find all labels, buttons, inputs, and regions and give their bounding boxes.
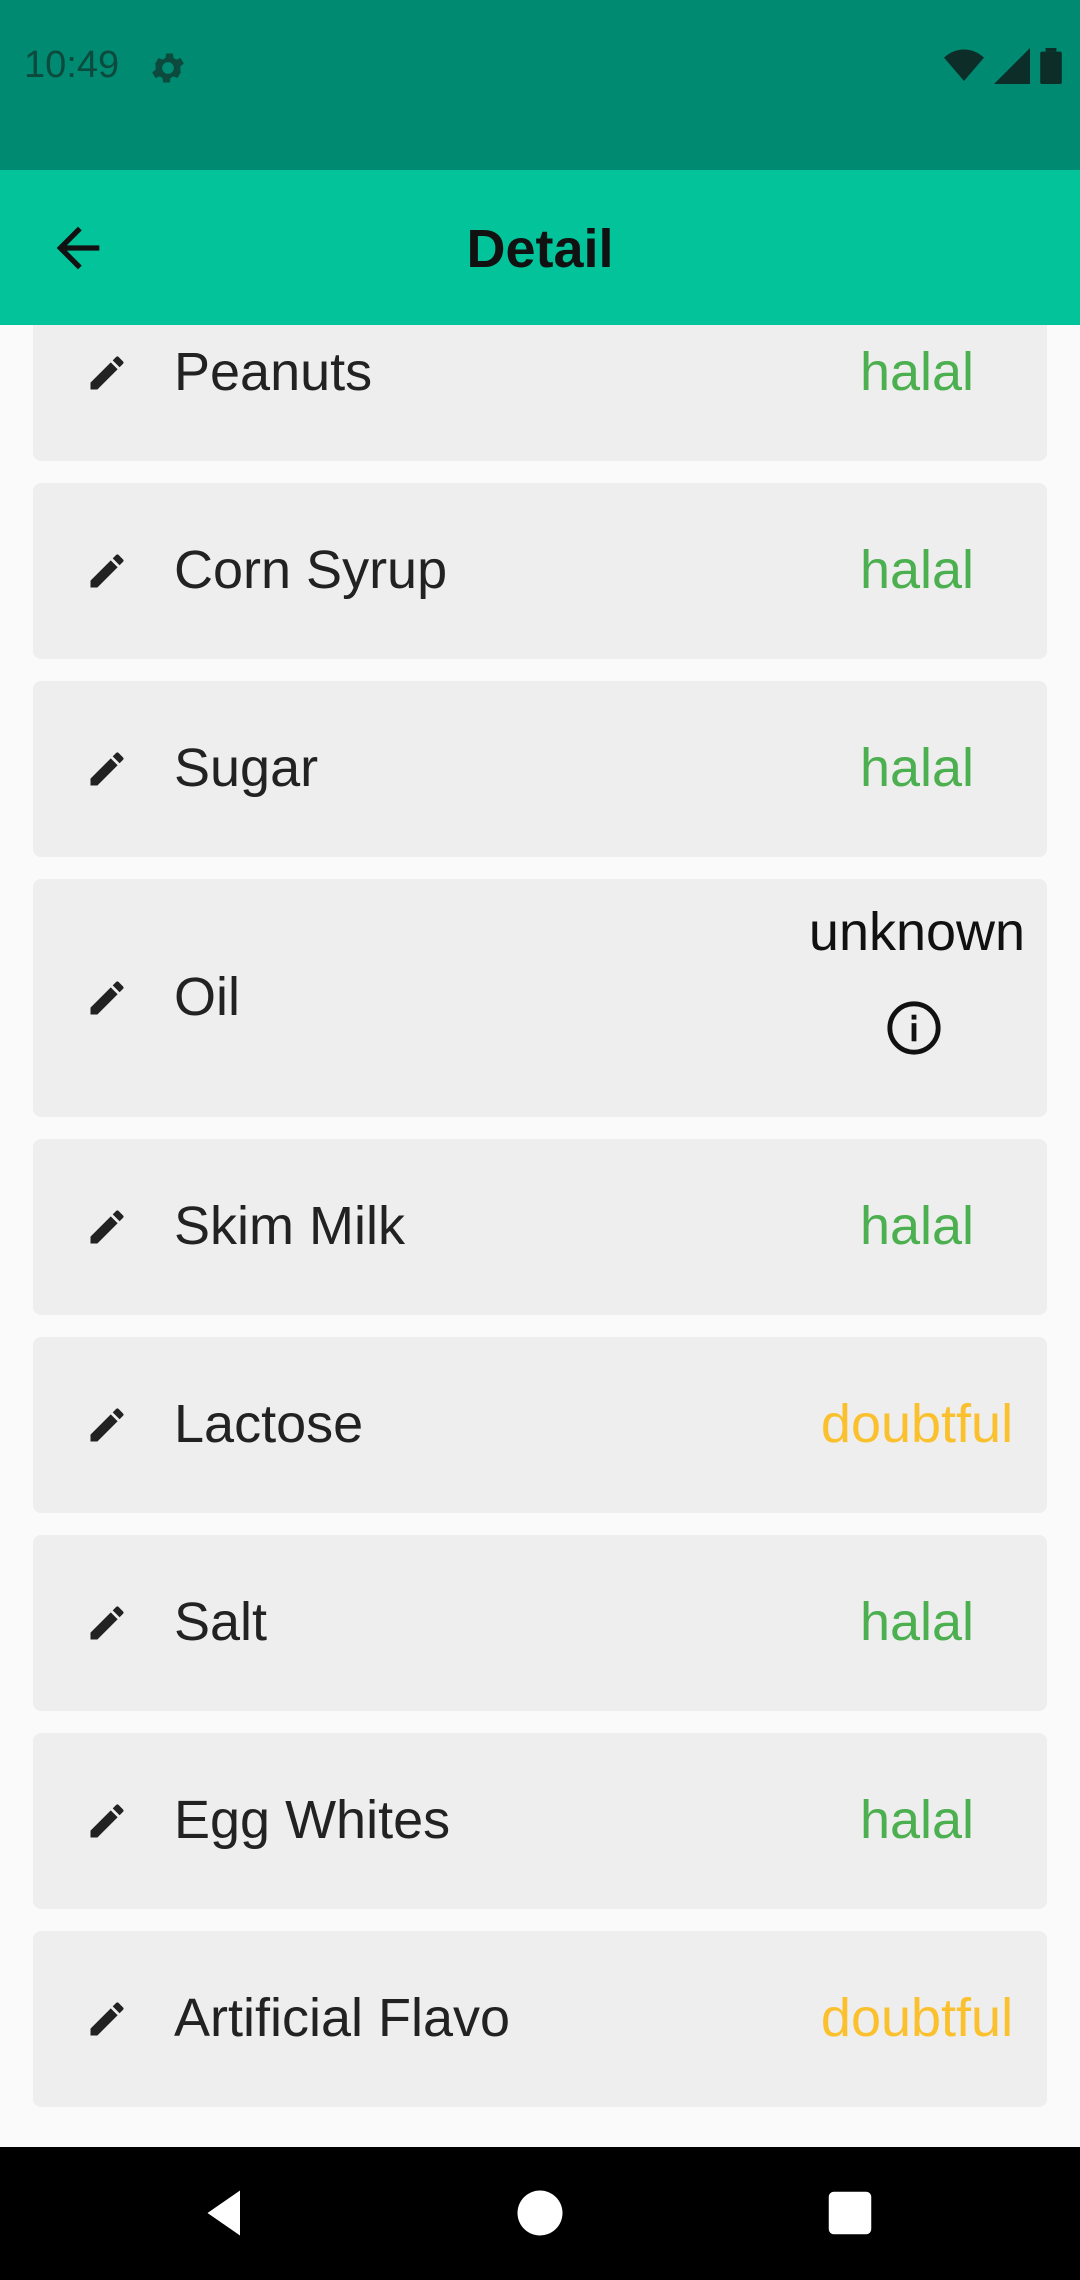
halal-status-label: halal [859, 1592, 975, 1652]
edit-pencil-icon[interactable] [85, 1997, 129, 2041]
ingredient-card[interactable]: Sugar halal [33, 681, 1047, 857]
nav-home-icon[interactable] [510, 2183, 570, 2243]
ingredient-card[interactable]: Oil unknown [33, 879, 1047, 1117]
edit-pencil-icon[interactable] [85, 1403, 129, 1447]
status-time: 10:49 [24, 44, 120, 86]
status-bar: 10:49 [0, 0, 1080, 170]
halal-status-label: halal [859, 540, 975, 600]
ingredient-card[interactable]: Artificial Flavo doubtful [33, 1931, 1047, 2107]
battery-icon [1040, 48, 1062, 84]
ingredient-name: Egg Whites [174, 1790, 451, 1850]
ingredient-list[interactable]: Peanuts halal Corn Syrup halal Sugar halal Oil… [0, 325, 1080, 2147]
ingredient-card[interactable]: Lactose doubtful [33, 1337, 1047, 1513]
status-icons [944, 48, 1062, 84]
edit-pencil-icon[interactable] [85, 1601, 129, 1645]
halal-status-label: halal [859, 1196, 975, 1256]
nav-recents-icon[interactable] [820, 2183, 880, 2243]
wifi-icon [944, 49, 984, 81]
cell-signal-icon [994, 48, 1030, 84]
ingredient-name: Sugar [174, 738, 319, 798]
ingredient-name: Artificial Flavo [174, 1988, 511, 2048]
ingredient-name: Oil [174, 967, 240, 1027]
system-nav-bar [0, 2147, 1080, 2280]
ingredient-card[interactable]: Egg Whites halal [33, 1733, 1047, 1909]
ingredient-name: Salt [174, 1592, 268, 1652]
edit-pencil-icon[interactable] [85, 351, 129, 395]
ingredient-name: Skim Milk [174, 1196, 405, 1256]
ingredient-card[interactable]: Skim Milk halal [33, 1139, 1047, 1315]
ingredient-name: Peanuts [174, 342, 373, 402]
page-title: Detail [466, 219, 614, 279]
ingredient-name: Corn Syrup [174, 540, 448, 600]
halal-status-label: doubtful [820, 1988, 1014, 2048]
ingredient-name: Lactose [174, 1394, 364, 1454]
halal-status-label: halal [859, 342, 975, 402]
halal-status-label: unknown [808, 902, 1026, 962]
settings-gear-icon [152, 53, 184, 83]
halal-status-label: halal [859, 1790, 975, 1850]
halal-status-label: doubtful [820, 1394, 1014, 1454]
halal-status-label: halal [859, 738, 975, 798]
edit-pencil-icon[interactable] [85, 747, 129, 791]
edit-pencil-icon[interactable] [85, 976, 129, 1020]
ingredient-card[interactable]: Peanuts halal [33, 325, 1047, 461]
edit-pencil-icon[interactable] [85, 1205, 129, 1249]
ingredient-card[interactable]: Corn Syrup halal [33, 483, 1047, 659]
nav-back-icon[interactable] [195, 2183, 255, 2243]
info-icon[interactable] [885, 999, 943, 1057]
edit-pencil-icon[interactable] [85, 549, 129, 593]
ingredient-card[interactable]: Salt halal [33, 1535, 1047, 1711]
edit-pencil-icon[interactable] [85, 1799, 129, 1843]
app-bar: Detail [0, 170, 1080, 325]
